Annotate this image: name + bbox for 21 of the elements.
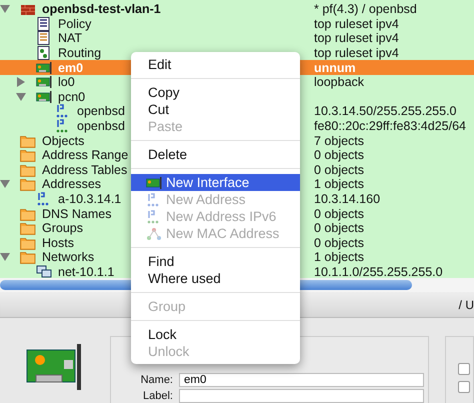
tree-value: top ruleset ipv4 [314,16,399,31]
tree-value: 1 objects [314,177,364,192]
tree-value: 0 objects [314,162,364,177]
tree-value: 0 objects [314,221,364,236]
tree-value: 1 objects [314,250,364,264]
tree-value: 0 objects [314,236,364,250]
tree-value: 10.3.14.160 [314,192,380,206]
tree-value: 7 objects [314,134,364,148]
tree-value: * pf(4.3) / openbsd [314,2,417,16]
tree-value: unnum [314,60,356,75]
tree-value: 10.3.14.50/255.255.255.0 [314,104,456,118]
header-text: / U [458,298,474,312]
tree-value: fe80::20c:29ff:fe83:4d25/64 [314,119,466,134]
tree-value: loopback [314,75,364,90]
tree-value: 0 objects [314,206,364,221]
field-label: Label: [142,390,173,402]
tree-value: 10.1.1.0/255.255.255.0 [314,264,443,279]
field-label: Name: [140,374,173,386]
tree-value: top ruleset ipv4 [314,46,399,60]
tree-value: 0 objects [314,148,364,162]
tree-value: top ruleset ipv4 [314,31,399,46]
